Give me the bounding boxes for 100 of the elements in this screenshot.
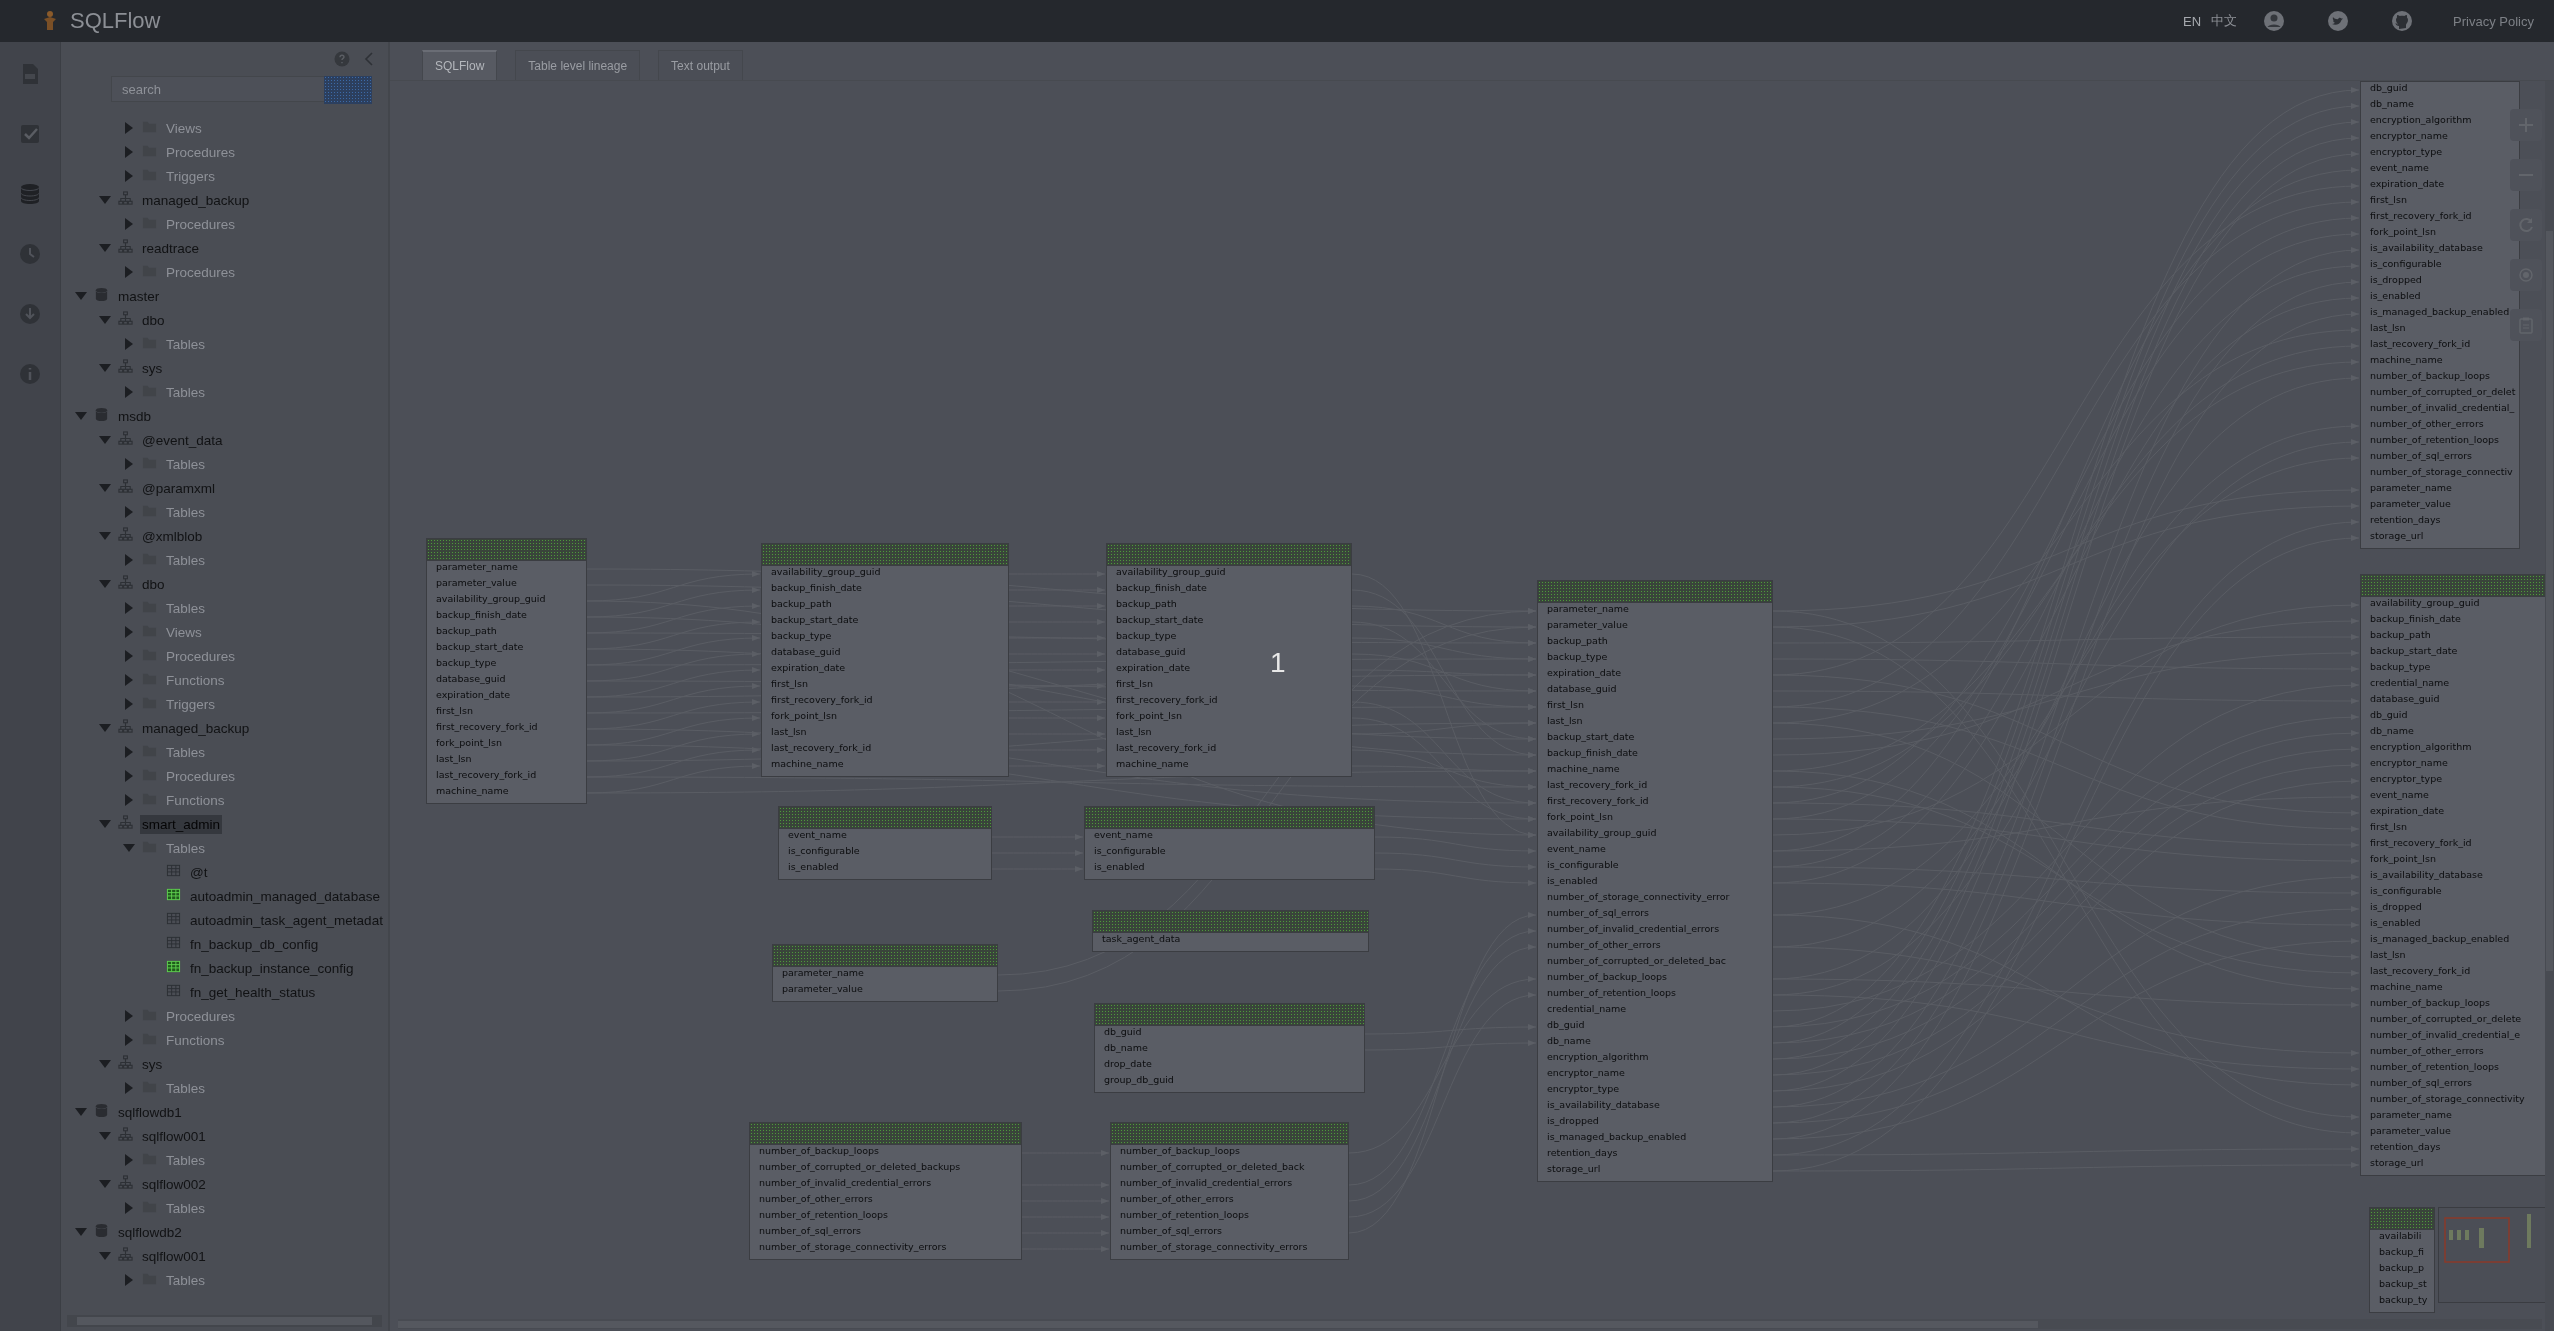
- tree-item[interactable]: master: [116, 286, 162, 306]
- tree-item[interactable]: @event_data: [140, 430, 225, 450]
- tree-item[interactable]: Tables: [164, 550, 208, 570]
- column-name: is_availability_database: [2369, 242, 2484, 255]
- tree-item[interactable]: sqlflowdb2: [116, 1222, 184, 1242]
- tree-item[interactable]: Tables: [164, 742, 208, 762]
- table-node[interactable]: db_guid db_name drop_date group_db_guid: [1094, 1003, 1365, 1093]
- table-node[interactable]: event_name is_configurable is_enabled: [1084, 806, 1375, 880]
- table-header[interactable]: [779, 807, 991, 829]
- tree-item[interactable]: Functions: [164, 790, 227, 810]
- tab[interactable]: SQLFlow: [422, 50, 498, 80]
- tree-item[interactable]: @paramxml: [140, 478, 217, 498]
- tree-item[interactable]: autoadmin_managed_database: [188, 886, 382, 906]
- tree-item[interactable]: Procedures: [164, 262, 238, 282]
- tab[interactable]: Table level lineage: [515, 50, 641, 80]
- tree-item[interactable]: Tables: [164, 598, 208, 618]
- tree-item[interactable]: Triggers: [164, 694, 217, 714]
- table-node[interactable]: event_name is_configurable is_enabled: [778, 806, 992, 880]
- tree-item[interactable]: Tables: [164, 1150, 208, 1170]
- table-node[interactable]: [2360, 81, 2521, 549]
- tree-item[interactable]: sqlflow001: [140, 1126, 208, 1146]
- bird-icon[interactable]: [2327, 10, 2350, 32]
- tree-item[interactable]: fn_get_health_status: [188, 982, 318, 1002]
- table-header[interactable]: [1093, 911, 1368, 933]
- tree-item[interactable]: fn_backup_db_config: [188, 934, 321, 954]
- table-node[interactable]: [1537, 580, 1773, 1182]
- table-header[interactable]: [1111, 1123, 1348, 1145]
- tree-item[interactable]: Functions: [164, 670, 227, 690]
- table-header[interactable]: [2370, 1208, 2434, 1230]
- tree-item[interactable]: Tables: [164, 382, 208, 402]
- tree-item[interactable]: Tables: [164, 502, 208, 522]
- tree-item[interactable]: Tables: [164, 1078, 208, 1098]
- tree-item[interactable]: sqlflow002: [140, 1174, 208, 1194]
- tree-item[interactable]: sys: [140, 1054, 165, 1074]
- tree-item[interactable]: Tables: [164, 334, 208, 354]
- tree-item[interactable]: Tables: [164, 454, 208, 474]
- tree-item[interactable]: managed_backup: [140, 718, 252, 738]
- help-icon[interactable]: [334, 51, 350, 67]
- tree-item[interactable]: autoadmin_task_agent_metadat: [188, 910, 385, 930]
- tree-item[interactable]: Triggers: [164, 166, 217, 186]
- scrollbar[interactable]: [2545, 81, 2554, 1331]
- table-header[interactable]: [762, 544, 1008, 566]
- table-header[interactable]: [1095, 1004, 1364, 1026]
- cat-icon[interactable]: [2391, 10, 2414, 32]
- tab[interactable]: Text output: [658, 50, 743, 80]
- language-option[interactable]: 中文: [2211, 12, 2238, 30]
- table-node[interactable]: task_agent_data: [1092, 910, 1369, 952]
- database-icon[interactable]: [18, 182, 42, 206]
- column-name: event_name: [2369, 789, 2430, 802]
- language-option[interactable]: EN: [2183, 13, 2202, 29]
- tree-item[interactable]: @xmlblob: [140, 526, 205, 546]
- tree-item[interactable]: smart_admin: [140, 814, 223, 834]
- table-node[interactable]: [2360, 574, 2546, 1176]
- table-node[interactable]: [749, 1122, 1022, 1260]
- tree-item[interactable]: msdb: [116, 406, 153, 426]
- tree-item[interactable]: Procedures: [164, 214, 238, 234]
- table-header[interactable]: [427, 539, 586, 561]
- column-name: parameter_name: [2369, 482, 2453, 495]
- table-node[interactable]: parameter_name parameter_value: [772, 944, 998, 1002]
- search-field[interactable]: search: [111, 76, 324, 102]
- checkbox-icon[interactable]: [18, 122, 42, 146]
- table-node[interactable]: [761, 543, 1009, 777]
- privacy-policy-link[interactable]: Privacy Policy: [2453, 13, 2534, 29]
- tree-item[interactable]: dbo: [140, 310, 167, 330]
- tree-item[interactable]: Functions: [164, 1030, 227, 1050]
- table-header[interactable]: [2361, 575, 2545, 597]
- download-icon[interactable]: [18, 302, 42, 326]
- search-button[interactable]: [324, 76, 372, 104]
- tree-item[interactable]: sqlflow001: [140, 1246, 208, 1266]
- table-node[interactable]: [1106, 543, 1352, 777]
- tree-item[interactable]: @t: [188, 862, 210, 882]
- tree-item[interactable]: fn_backup_instance_config: [188, 958, 356, 978]
- table-header[interactable]: [773, 945, 997, 967]
- table-header[interactable]: [1085, 807, 1374, 829]
- table-node[interactable]: availabili backup_fi backup_p backup_st backup_ty: [2369, 1207, 2435, 1313]
- user-icon[interactable]: [2263, 10, 2286, 32]
- table-header[interactable]: [1107, 544, 1351, 566]
- tree-item[interactable]: Tables: [164, 1198, 208, 1218]
- table-header[interactable]: [750, 1123, 1021, 1145]
- table-node[interactable]: [426, 538, 587, 804]
- tree-item[interactable]: Tables: [164, 1270, 208, 1290]
- clock-icon[interactable]: [18, 242, 42, 266]
- column-name: last_recovery_fork_id: [770, 742, 873, 755]
- tree-item[interactable]: Tables: [164, 838, 208, 858]
- tree-item[interactable]: Procedures: [164, 646, 238, 666]
- tree-item[interactable]: Procedures: [164, 1006, 238, 1026]
- tree-item[interactable]: managed_backup: [140, 190, 252, 210]
- tree-item[interactable]: dbo: [140, 574, 167, 594]
- minimap[interactable]: [2438, 1207, 2548, 1303]
- tree-item[interactable]: sys: [140, 358, 165, 378]
- tree-item[interactable]: readtrace: [140, 238, 202, 258]
- tree-item[interactable]: Procedures: [164, 142, 238, 162]
- table-node[interactable]: [1110, 1122, 1349, 1260]
- tree-item[interactable]: Procedures: [164, 766, 238, 786]
- tree-item[interactable]: Views: [164, 118, 204, 138]
- tree-item[interactable]: sqlflowdb1: [116, 1102, 184, 1122]
- info-icon[interactable]: [18, 362, 42, 386]
- tree-item[interactable]: Views: [164, 622, 204, 642]
- table-header[interactable]: [1538, 581, 1772, 603]
- column-name: database_guid: [2369, 693, 2441, 706]
